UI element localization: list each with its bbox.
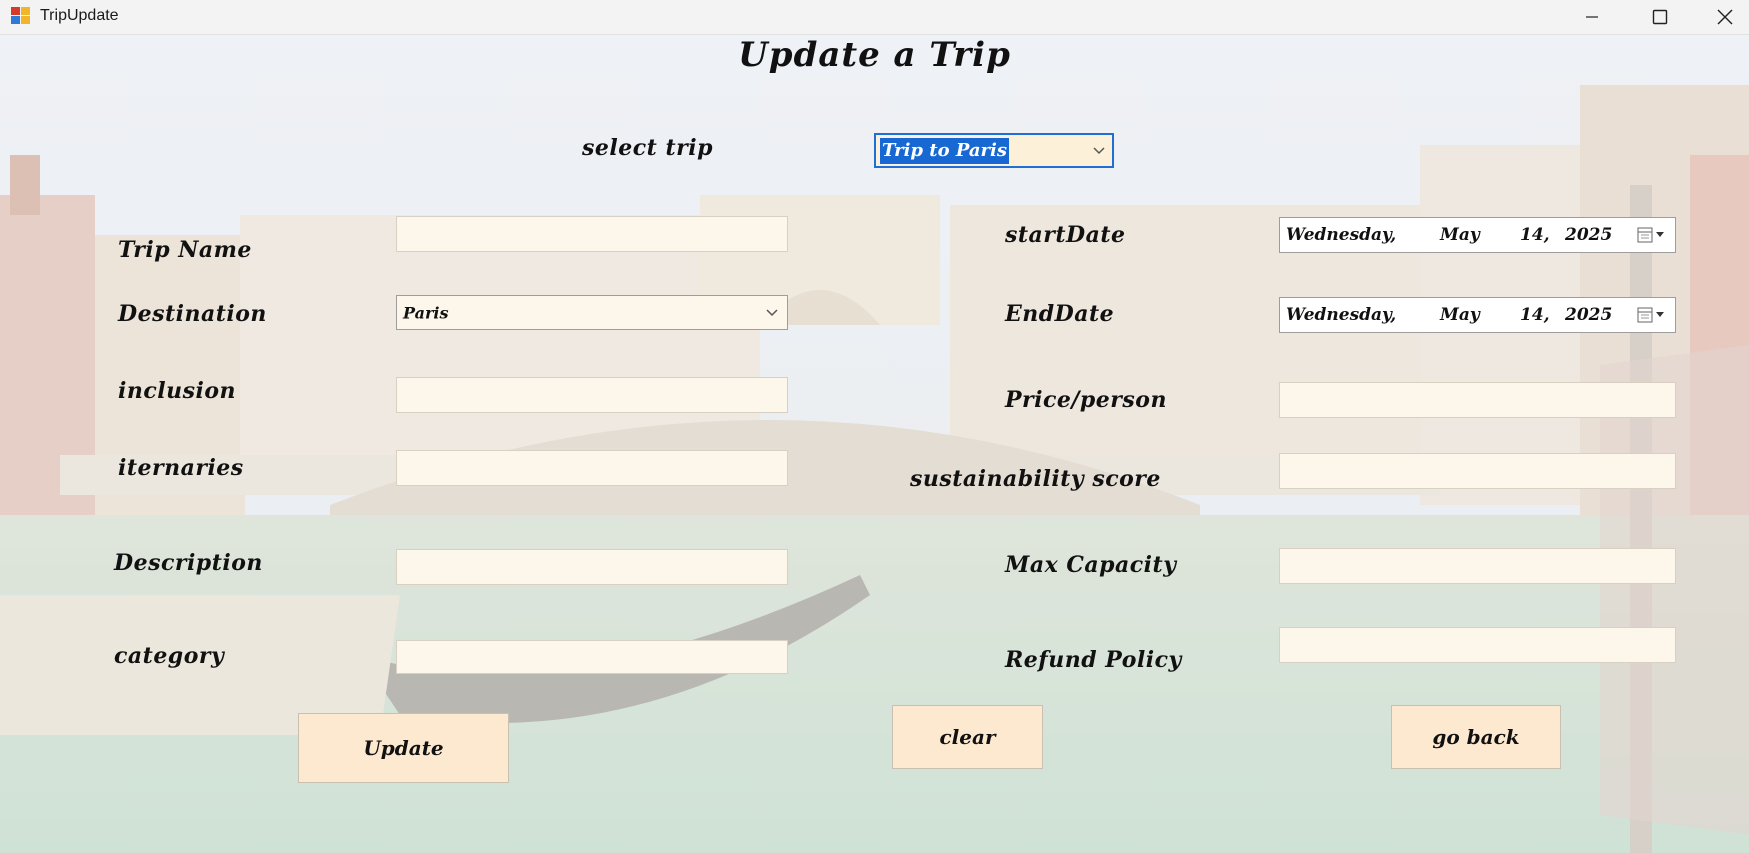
category-label: category <box>114 643 225 669</box>
minimize-icon <box>1586 16 1598 18</box>
destination-label: Destination <box>118 301 267 327</box>
app-icon <box>11 7 31 25</box>
select-trip-label: select trip <box>582 135 713 161</box>
select-trip-combobox[interactable]: Trip to Paris <box>874 133 1114 168</box>
chevron-down-icon <box>1093 147 1105 155</box>
form-client-area: Update a Trip select trip Trip to Paris … <box>0 35 1749 853</box>
go-back-button[interactable]: go back <box>1391 705 1561 769</box>
end-date-picker[interactable]: Wednesday, May 14, 2025 <box>1279 297 1676 333</box>
inclusion-label: inclusion <box>118 378 237 404</box>
description-input[interactable] <box>396 549 788 585</box>
price-per-person-label: Price/person <box>1005 387 1167 413</box>
start-date-month: May <box>1440 225 1480 245</box>
end-date-year: 2025 <box>1565 305 1613 325</box>
clear-button[interactable]: clear <box>892 705 1043 769</box>
inclusion-input[interactable] <box>396 377 788 413</box>
update-button[interactable]: Update <box>298 713 509 783</box>
end-date-weekday: Wednesday, <box>1286 305 1397 325</box>
close-button[interactable] <box>1700 0 1749 34</box>
price-per-person-input[interactable] <box>1279 382 1676 418</box>
category-input[interactable] <box>396 640 788 674</box>
sustainability-score-input[interactable] <box>1279 453 1676 489</box>
max-capacity-input[interactable] <box>1279 548 1676 584</box>
calendar-icon[interactable] <box>1637 226 1667 244</box>
maximize-icon <box>1652 9 1668 25</box>
calendar-icon[interactable] <box>1637 306 1667 324</box>
trip-name-input[interactable] <box>396 216 788 252</box>
refund-policy-label: Refund Policy <box>1005 647 1182 673</box>
trip-name-label: Trip Name <box>118 237 252 263</box>
end-date-month: May <box>1440 305 1480 325</box>
minimize-button[interactable] <box>1562 0 1622 34</box>
sustainability-score-label: sustainability score <box>910 466 1161 492</box>
window-titlebar: TripUpdate <box>0 0 1749 35</box>
end-date-day: 14, <box>1520 305 1550 325</box>
description-label: Description <box>114 550 263 576</box>
start-date-weekday: Wednesday, <box>1286 225 1397 245</box>
start-date-day: 14, <box>1520 225 1550 245</box>
max-capacity-label: Max Capacity <box>1005 552 1177 578</box>
select-trip-selected-text: Trip to Paris <box>880 138 1010 164</box>
destination-value: Paris <box>403 303 449 322</box>
close-icon <box>1717 9 1732 25</box>
start-date-year: 2025 <box>1565 225 1613 245</box>
iternaries-label: iternaries <box>118 455 244 481</box>
start-date-label: startDate <box>1005 222 1126 248</box>
page-heading: Update a Trip <box>738 35 1011 75</box>
end-date-label: EndDate <box>1005 301 1115 327</box>
maximize-button[interactable] <box>1630 0 1690 34</box>
iternaries-input[interactable] <box>396 450 788 486</box>
start-date-picker[interactable]: Wednesday, May 14, 2025 <box>1279 217 1676 253</box>
chevron-down-icon <box>766 308 778 316</box>
refund-policy-input[interactable] <box>1279 627 1676 663</box>
destination-combobox[interactable]: Paris <box>396 295 788 330</box>
window-title: TripUpdate <box>40 7 119 24</box>
